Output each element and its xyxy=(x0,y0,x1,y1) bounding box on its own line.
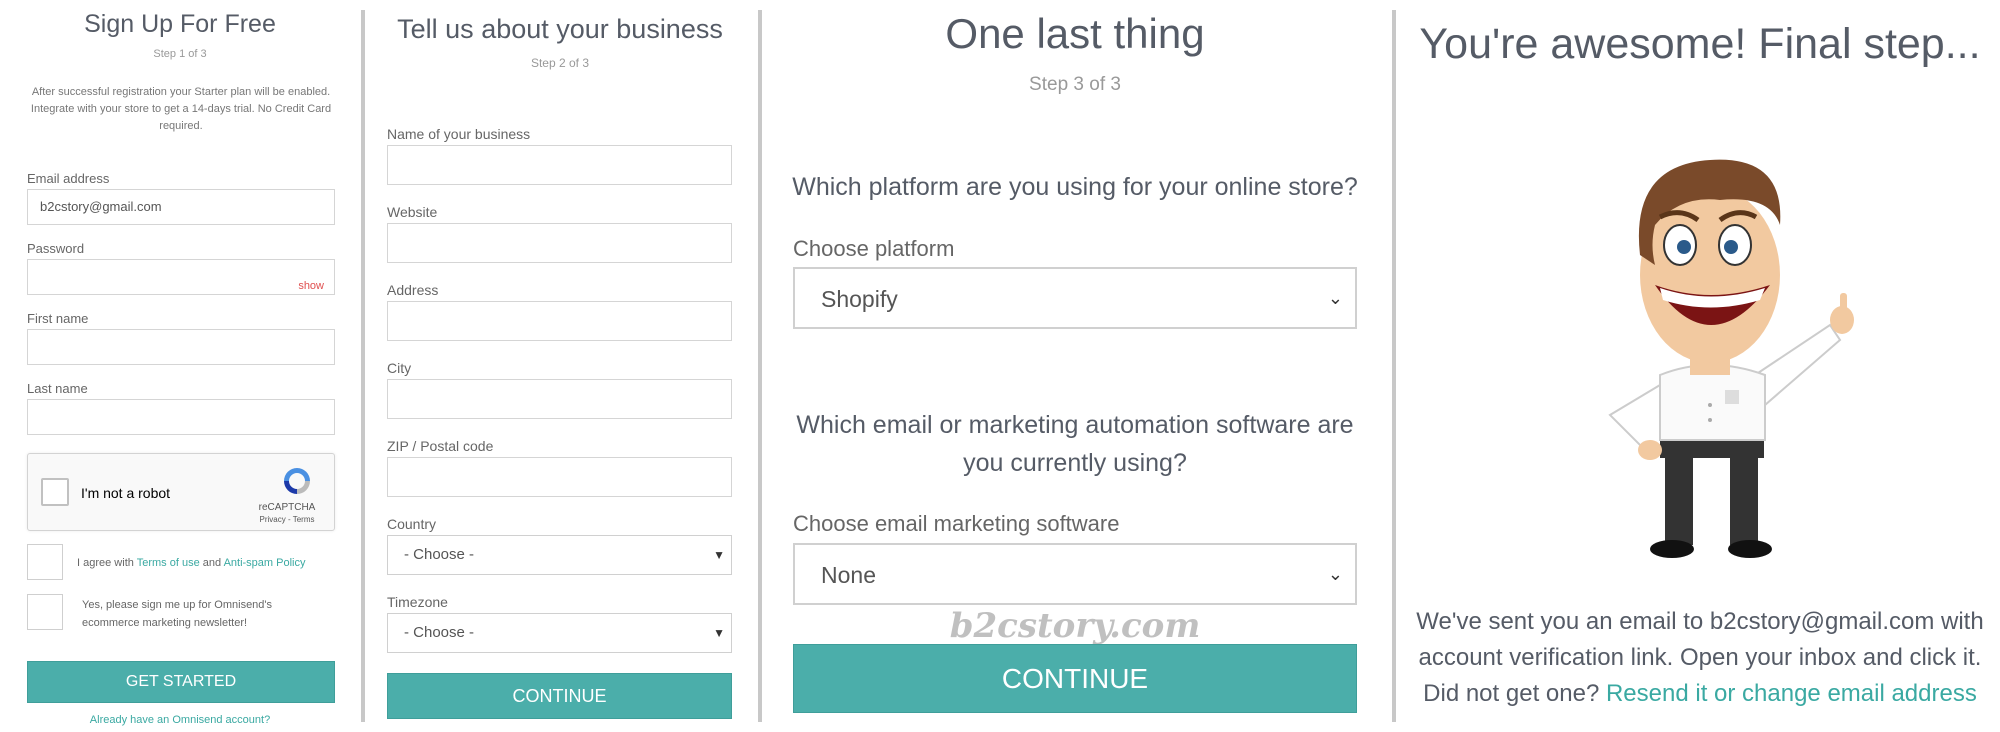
password-label: Password xyxy=(27,241,85,256)
country-label: Country xyxy=(387,516,437,532)
software-question-line2: you currently using? xyxy=(963,449,1187,477)
agree-label: I agree with Terms of use and Anti-spam … xyxy=(77,554,305,572)
business-title: Tell us about your business xyxy=(397,14,723,44)
already-have-account-link[interactable]: Already have an Omnisend account? xyxy=(0,714,360,726)
website-field[interactable] xyxy=(387,223,732,263)
platform-value: Shopify xyxy=(821,286,898,312)
website-label: Website xyxy=(387,204,438,220)
signup-note: After successful registration your Start… xyxy=(30,86,332,132)
terms-of-use-link[interactable]: Terms of use xyxy=(137,557,200,569)
signup-title: Sign Up For Free xyxy=(84,10,276,38)
address-field[interactable] xyxy=(387,301,732,341)
last-name-label: Last name xyxy=(27,381,88,396)
agree-prefix: I agree with xyxy=(77,557,137,569)
chevron-down-icon: ⌄ xyxy=(1327,288,1343,308)
message-line2: account verification link. Open your inb… xyxy=(1418,644,1982,671)
city-field[interactable] xyxy=(387,379,732,419)
business-step: Step 2 of 3 xyxy=(530,56,590,70)
platform-question: Which platform are you using for your on… xyxy=(792,173,1358,201)
agree-and: and xyxy=(199,557,224,569)
final-step-panel: You're awesome! Final step... We've sent… xyxy=(1400,0,2000,732)
get-started-button[interactable]: GET STARTED xyxy=(27,661,335,703)
zip-field[interactable] xyxy=(387,457,732,497)
recaptcha-terms-link[interactable]: Privacy - Terms xyxy=(252,515,322,524)
chevron-down-icon: ⌄ xyxy=(1327,564,1343,584)
password-field[interactable]: show xyxy=(27,259,335,295)
newsletter-checkbox[interactable] xyxy=(27,594,63,630)
mascot-illustration xyxy=(1608,159,1854,558)
message-line3: Did not get one? Resend it or change ema… xyxy=(1410,676,1990,712)
signup-panel: Sign Up For Free Step 1 of 3 After succe… xyxy=(0,0,360,732)
first-name-label: First name xyxy=(27,311,89,326)
software-value: None xyxy=(821,562,876,588)
recaptcha-logo-icon xyxy=(284,468,310,494)
business-name-label: Name of your business xyxy=(387,126,531,142)
show-password-link[interactable]: show xyxy=(298,269,324,303)
divider xyxy=(361,10,365,722)
divider xyxy=(1392,10,1396,722)
recaptcha-widget: I'm not a robot reCAPTCHA Privacy - Term… xyxy=(27,453,335,531)
business-name-field[interactable] xyxy=(387,145,732,185)
divider xyxy=(758,10,762,722)
recaptcha-label: I'm not a robot xyxy=(81,485,171,501)
last-title: One last thing xyxy=(945,10,1205,57)
message-line1: We've sent you an email to b2cstory@gmai… xyxy=(1416,608,1984,635)
platform-label: Choose platform xyxy=(793,236,955,261)
watermark: b2cstory.com xyxy=(949,606,1201,646)
did-not-get-text: Did not get one? xyxy=(1423,680,1606,707)
timezone-select[interactable]: - Choose - ▼ xyxy=(387,613,732,653)
last-name-field[interactable] xyxy=(27,399,335,435)
chevron-down-icon: ▼ xyxy=(713,548,725,562)
first-name-field[interactable] xyxy=(27,329,335,365)
country-value: - Choose - xyxy=(404,546,475,563)
city-label: City xyxy=(387,360,412,376)
email-value: b2cstory@gmail.com xyxy=(40,199,162,214)
verification-message: We've sent you an email to b2cstory@gmai… xyxy=(1410,604,1990,712)
software-label: Choose email marketing software xyxy=(793,511,1120,536)
chevron-down-icon: ▼ xyxy=(713,626,725,640)
business-panel: Tell us about your business Step 2 of 3 … xyxy=(370,0,750,732)
timezone-label: Timezone xyxy=(387,594,448,610)
zip-label: ZIP / Postal code xyxy=(387,438,494,454)
last-thing-panel: One last thing Step 3 of 3 Which platfor… xyxy=(765,0,1385,732)
country-select[interactable]: - Choose - ▼ xyxy=(387,535,732,575)
signup-step: Step 1 of 3 xyxy=(153,48,207,60)
continue-button[interactable]: CONTINUE xyxy=(793,644,1357,713)
email-field[interactable]: b2cstory@gmail.com xyxy=(27,189,335,225)
agree-checkbox[interactable] xyxy=(27,544,63,580)
newsletter-label: Yes, please sign me up for Omnisend's ec… xyxy=(82,599,273,629)
software-question: Which email or marketing automation soft… xyxy=(775,406,1375,482)
timezone-value: - Choose - xyxy=(404,624,475,641)
software-question-line1: Which email or marketing automation soft… xyxy=(796,411,1354,439)
continue-button[interactable]: CONTINUE xyxy=(387,673,732,719)
last-step: Step 3 of 3 xyxy=(1029,74,1121,95)
anti-spam-link[interactable]: Anti-spam Policy xyxy=(224,557,306,569)
software-select[interactable]: None ⌄ xyxy=(793,543,1357,605)
recaptcha-brand: reCAPTCHA xyxy=(258,502,316,513)
recaptcha-checkbox[interactable] xyxy=(41,478,69,506)
final-title: You're awesome! Final step... xyxy=(1419,20,1981,68)
email-label: Email address xyxy=(27,171,110,186)
resend-email-link[interactable]: Resend it or change email address xyxy=(1606,680,1977,707)
address-label: Address xyxy=(387,282,439,298)
platform-select[interactable]: Shopify ⌄ xyxy=(793,267,1357,329)
